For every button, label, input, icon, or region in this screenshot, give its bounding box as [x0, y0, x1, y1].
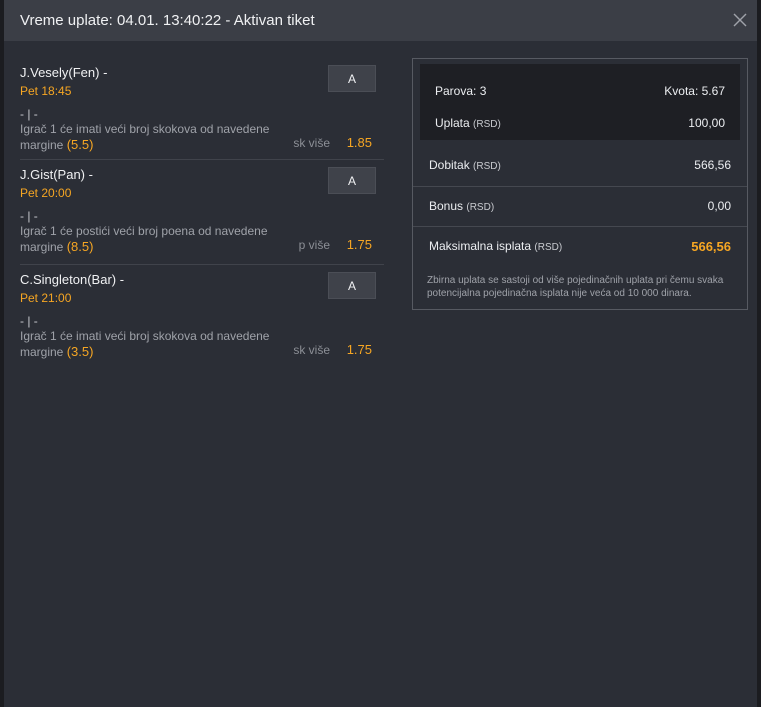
modal-header: Vreme uplate: 04.01. 13:40:22 - Aktivan … — [4, 0, 757, 41]
bet-item: J.Gist(Pan) - Pet 20:00 - | - Igrač 1 će… — [20, 160, 384, 265]
bet-result-badge: A — [328, 272, 376, 299]
bet-margin: (5.5) — [66, 137, 94, 152]
stake-value: 100,00 — [688, 116, 725, 130]
bet-type: sk više — [293, 343, 330, 357]
bet-description-text: Igrač 1 će postići veći broj poena od na… — [20, 224, 268, 254]
bet-time: Pet 18:45 — [20, 84, 72, 98]
bonus-label: Bonus (RSD) — [429, 199, 494, 213]
win-label-text: Dobitak — [429, 158, 470, 172]
max-payout-label-text: Maksimalna isplata — [429, 239, 532, 253]
max-payout-row: Maksimalna isplata (RSD) 566,56 — [413, 226, 747, 266]
bet-description: Igrač 1 će postići veći broj poena od na… — [20, 224, 282, 255]
bet-margin: (3.5) — [66, 344, 94, 359]
pairs-count: Parova: 3 — [435, 84, 487, 98]
bet-list: J.Vesely(Fen) - Pet 18:45 - | - Igrač 1 … — [20, 58, 384, 369]
bet-time: Pet 21:00 — [20, 291, 72, 305]
bet-odd: 1.85 — [346, 135, 372, 150]
max-payout-unit: (RSD) — [534, 242, 563, 253]
ticket-summary: Parova: 3 Kvota: 5.67 Uplata (RSD) 100,0… — [412, 58, 748, 310]
bet-time: Pet 20:00 — [20, 186, 72, 200]
bet-player: C.Singleton(Bar) - — [20, 272, 125, 287]
bet-player: J.Gist(Pan) - — [20, 167, 93, 182]
bet-description-text: Igrač 1 će imati veći broj skokova od na… — [20, 122, 270, 152]
bet-separator: - | - — [20, 209, 38, 223]
bet-odd: 1.75 — [346, 237, 372, 252]
close-icon[interactable] — [733, 13, 747, 27]
bet-description-text: Igrač 1 će imati veći broj skokova od na… — [20, 329, 270, 359]
bet-type: p više — [298, 238, 330, 252]
bet-result-badge: A — [328, 167, 376, 194]
payout-note: Zbirna uplata se sastoji od više pojedin… — [427, 275, 724, 299]
summary-top: Parova: 3 Kvota: 5.67 Uplata (RSD) 100,0… — [420, 64, 740, 140]
bonus-row: Bonus (RSD) 0,00 — [413, 186, 747, 226]
bet-separator: - | - — [20, 107, 38, 121]
bet-result-badge: A — [328, 65, 376, 92]
bet-margin: (8.5) — [66, 239, 94, 254]
win-value: 566,56 — [694, 158, 731, 172]
stake-label-text: Uplata — [435, 116, 470, 130]
bet-odd: 1.75 — [346, 342, 372, 357]
bet-item: J.Vesely(Fen) - Pet 18:45 - | - Igrač 1 … — [20, 58, 384, 160]
ticket-modal: Vreme uplate: 04.01. 13:40:22 - Aktivan … — [4, 0, 757, 707]
bet-separator: - | - — [20, 314, 38, 328]
win-label: Dobitak (RSD) — [429, 158, 501, 172]
max-payout-label: Maksimalna isplata (RSD) — [429, 239, 562, 253]
stake-label: Uplata (RSD) — [435, 116, 501, 130]
total-odds: Kvota: 5.67 — [664, 84, 725, 98]
bonus-unit: (RSD) — [466, 202, 495, 213]
bonus-value: 0,00 — [707, 199, 731, 213]
stake-unit: (RSD) — [473, 119, 501, 130]
modal-title: Vreme uplate: 04.01. 13:40:22 - Aktivan … — [20, 12, 315, 29]
bonus-label-text: Bonus — [429, 199, 464, 213]
max-payout-value: 566,56 — [691, 239, 731, 254]
bet-type: sk više — [293, 136, 330, 150]
bet-description: Igrač 1 će imati veći broj skokova od na… — [20, 329, 282, 360]
win-unit: (RSD) — [473, 161, 501, 172]
bet-item: C.Singleton(Bar) - Pet 21:00 - | - Igrač… — [20, 265, 384, 369]
bet-player: J.Vesely(Fen) - — [20, 65, 108, 80]
win-row: Dobitak (RSD) 566,56 — [413, 146, 747, 186]
bet-description: Igrač 1 će imati veći broj skokova od na… — [20, 122, 282, 153]
